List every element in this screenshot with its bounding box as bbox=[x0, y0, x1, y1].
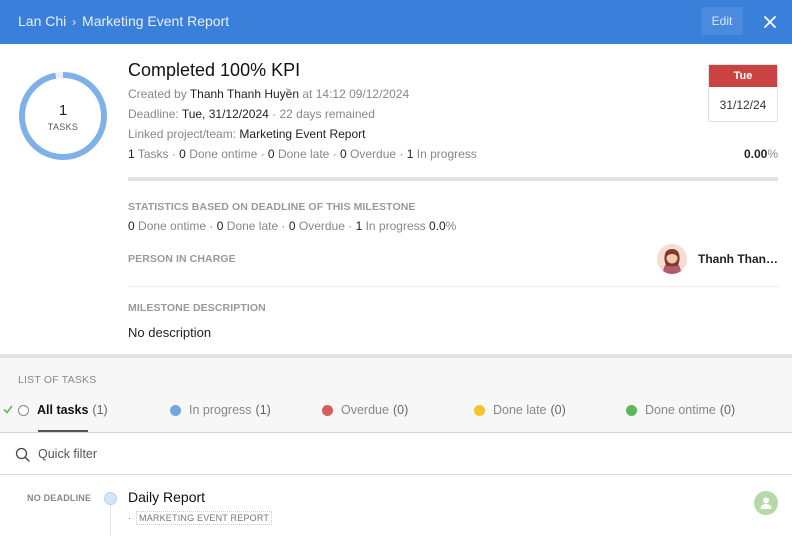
search-icon bbox=[15, 447, 30, 462]
deadline-date-card: Tue 31/12/24 bbox=[708, 64, 778, 122]
stats-overdue-label: Overdue · bbox=[298, 219, 353, 233]
filter-done-late-label: Done late bbox=[493, 403, 547, 417]
task-tag-label[interactable]: MARKETING EVENT REPORT bbox=[136, 511, 273, 525]
filter-overdue-count: (0) bbox=[392, 403, 409, 417]
stats-percent: 0.0 bbox=[428, 219, 446, 233]
count-tasks: 1 bbox=[128, 147, 135, 161]
person-section-title: PERSON IN CHARGE bbox=[128, 253, 236, 265]
filter-done-ontime-count: (0) bbox=[719, 403, 736, 417]
close-icon bbox=[764, 16, 776, 28]
filter-all-label: All tasks bbox=[37, 403, 89, 417]
overdue-dot-icon bbox=[322, 404, 333, 416]
filter-in-progress[interactable]: In progress (1) bbox=[170, 400, 271, 420]
filter-in-progress-label: In progress bbox=[189, 403, 252, 417]
quick-filter-input[interactable] bbox=[38, 444, 758, 464]
stats-inprogress-label: In progress bbox=[365, 219, 426, 233]
count-inprogress-label: In progress bbox=[416, 147, 477, 161]
deadline-value: Tue, 31/12/2024 bbox=[181, 107, 269, 121]
filter-done-late-count: (0) bbox=[550, 403, 566, 417]
description-section-title: MILESTONE DESCRIPTION bbox=[128, 302, 266, 314]
task-tag-prefix: · bbox=[128, 513, 131, 523]
linked-info: Linked project/team: Marketing Event Rep… bbox=[128, 127, 365, 141]
task-project-tag: · MARKETING EVENT REPORT bbox=[128, 511, 273, 525]
person-name[interactable]: Thanh Thanh Huyền bbox=[698, 252, 778, 266]
task-row[interactable] bbox=[0, 476, 792, 536]
breadcrumb: Lan Chi › Marketing Event Report bbox=[18, 13, 229, 29]
count-tasks-label: Tasks · bbox=[137, 147, 176, 161]
done-late-dot-icon bbox=[474, 404, 485, 416]
stats-overdue-count: 0 bbox=[288, 219, 296, 233]
completion-percent: 0.00% bbox=[700, 147, 778, 161]
header-bar: Lan Chi › Marketing Event Report Edit bbox=[0, 0, 792, 44]
count-late: 0 bbox=[267, 147, 275, 161]
breadcrumb-parent[interactable]: Lan Chi bbox=[18, 13, 66, 29]
completion-progress-bar bbox=[128, 177, 778, 181]
filter-in-progress-count: (1) bbox=[255, 403, 271, 417]
done-ontime-dot-icon bbox=[626, 404, 637, 416]
created-info: Created by Thanh Thanh Huyền at 14:12 09… bbox=[128, 87, 409, 101]
task-title[interactable]: Daily Report bbox=[128, 489, 205, 505]
task-status-dot[interactable] bbox=[104, 492, 117, 505]
count-overdue-label: Overdue · bbox=[350, 147, 404, 161]
filter-done-late[interactable]: Done late (0) bbox=[474, 400, 566, 420]
date-value: 31/12/24 bbox=[719, 98, 767, 112]
filter-all-radio[interactable] bbox=[18, 404, 29, 416]
stats-late-count: 0 bbox=[216, 219, 224, 233]
user-icon bbox=[760, 497, 772, 509]
person-avatar[interactable] bbox=[657, 244, 687, 274]
count-ontime: 0 bbox=[179, 147, 186, 161]
ring-task-count: 1 bbox=[58, 102, 68, 119]
edit-button[interactable]: Edit bbox=[701, 7, 743, 35]
filter-done-ontime[interactable]: Done ontime (0) bbox=[626, 400, 735, 420]
deadline-remaining: · 22 days remained bbox=[272, 107, 375, 121]
milestone-description: No description bbox=[128, 325, 212, 340]
deadline-prefix: Deadline: bbox=[128, 107, 179, 121]
close-button[interactable] bbox=[758, 10, 782, 34]
date-day-of-week: Tue bbox=[709, 65, 777, 87]
created-at: at 14:12 09/12/2024 bbox=[302, 87, 410, 101]
deadline-info: Deadline: Tue, 31/12/2024 · 22 days rema… bbox=[128, 107, 375, 121]
created-prefix: Created by bbox=[128, 87, 187, 101]
stats-section-title: STATISTICS BASED ON DEADLINE OF THIS MIL… bbox=[128, 201, 416, 213]
ring-task-label: TASKS bbox=[47, 122, 79, 132]
count-ontime-label: Done ontime · bbox=[189, 147, 265, 161]
breadcrumb-separator: › bbox=[72, 15, 77, 29]
count-overdue: 0 bbox=[340, 147, 347, 161]
task-deadline: NO DEADLINE bbox=[27, 493, 92, 503]
filter-done-ontime-label: Done ontime bbox=[645, 403, 716, 417]
task-counts: 1 Tasks · 0 Done ontime · 0 Done late · … bbox=[128, 147, 477, 161]
stats-ontime-count: 0 bbox=[128, 219, 135, 233]
linked-project[interactable]: Marketing Event Report bbox=[239, 127, 365, 141]
completion-percent-unit: % bbox=[767, 147, 778, 161]
completion-percent-value: 0.00 bbox=[743, 147, 768, 161]
milestone-title: Completed 100% KPI bbox=[128, 60, 301, 80]
task-list-header bbox=[0, 358, 792, 432]
person-divider bbox=[128, 286, 778, 287]
stats-percent-unit: % bbox=[445, 219, 457, 233]
linked-prefix: Linked project/team: bbox=[128, 127, 237, 141]
person-avatar-icon bbox=[657, 244, 687, 274]
creator-name[interactable]: Thanh Thanh Huyền bbox=[190, 87, 299, 101]
count-inprogress: 1 bbox=[406, 147, 414, 161]
filter-all-count: (1) bbox=[92, 403, 108, 417]
count-late-label: Done late · bbox=[277, 147, 337, 161]
task-assignee-avatar[interactable] bbox=[754, 491, 778, 515]
stats-ontime-label: Done ontime · bbox=[138, 219, 214, 233]
in-progress-dot-icon bbox=[170, 404, 181, 416]
task-list-title: LIST OF TASKS bbox=[18, 374, 97, 386]
task-timeline-line bbox=[110, 505, 111, 536]
stats-late-label: Done late · bbox=[226, 219, 286, 233]
breadcrumb-current: Marketing Event Report bbox=[82, 13, 230, 29]
milestone-stats: 0 Done ontime · 0 Done late · 0 Overdue … bbox=[128, 219, 456, 233]
filter-overdue-label: Overdue bbox=[341, 403, 389, 417]
filter-all-tasks[interactable]: All tasks (1) bbox=[18, 400, 108, 420]
quick-filter-bar bbox=[0, 433, 792, 475]
filter-overdue[interactable]: Overdue (0) bbox=[322, 400, 408, 420]
stats-inprogress-count: 1 bbox=[355, 219, 363, 233]
check-icon bbox=[3, 405, 13, 414]
